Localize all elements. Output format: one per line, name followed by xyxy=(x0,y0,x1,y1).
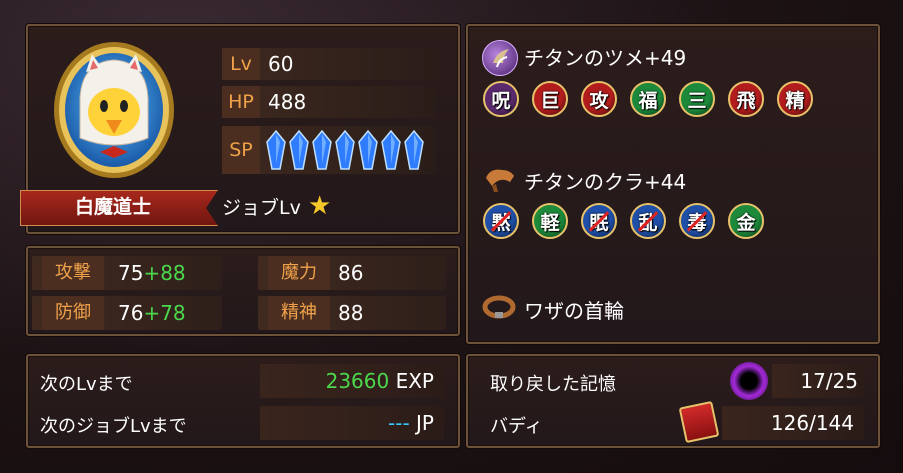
weapon-ability-giant-icon[interactable]: 巨 xyxy=(532,81,568,117)
collar-accessory-icon[interactable] xyxy=(482,293,516,321)
defense-value: 76+78 xyxy=(118,296,186,330)
memory-value: 17/25 xyxy=(800,369,858,393)
hp-label: HP xyxy=(222,86,260,118)
spirit-label: 精神 xyxy=(268,296,330,330)
weapon-ability-fortune-icon[interactable]: 福 xyxy=(630,81,666,117)
armor-ability-poison-icon[interactable]: 毒 xyxy=(679,203,715,239)
memory-box: 17/25 xyxy=(772,364,864,398)
sp-crystal-icon xyxy=(335,129,355,170)
magic-value: 86 xyxy=(338,261,364,285)
defense-base: 76 xyxy=(118,301,144,325)
next-job-level-label: 次のジョブLvまで xyxy=(40,416,187,437)
next-job-level-box: --- JP xyxy=(260,406,444,440)
buddy-book-icon[interactable] xyxy=(678,400,720,444)
sp-crystal-icon xyxy=(266,129,286,170)
magic-label: 魔力 xyxy=(268,256,330,290)
armor-ability-sleep-icon[interactable]: 眠 xyxy=(581,203,617,239)
attack-stat: 攻撃 75+88 xyxy=(32,256,222,290)
accessory-name[interactable]: ワザの首輪 xyxy=(524,295,624,324)
sp-crystal-icon xyxy=(312,129,332,170)
memory-orb-icon[interactable] xyxy=(730,362,768,400)
next-level-label: 次のLvまで xyxy=(40,374,133,395)
chocobo-portrait-icon[interactable] xyxy=(52,40,176,180)
weapon-ability-triple-icon[interactable]: 三 xyxy=(679,81,715,117)
job-level-label: ジョブLv xyxy=(222,197,301,219)
attack-label: 攻撃 xyxy=(42,256,104,290)
defense-label: 防御 xyxy=(42,296,104,330)
sp-crystal-row xyxy=(266,129,436,170)
level-label: Lv xyxy=(222,48,260,80)
armor-ability-confuse-icon[interactable]: 乱 xyxy=(630,203,666,239)
weapon-ability-flight-icon[interactable]: 飛 xyxy=(728,81,764,117)
armor-name[interactable]: チタンのクラ+44 xyxy=(524,166,686,195)
memory-label: 取り戻した記憶 xyxy=(490,374,616,395)
hp-value: 488 xyxy=(268,90,307,114)
job-level-star-icon: ★ xyxy=(308,191,332,221)
defense-stat: 防御 76+78 xyxy=(32,296,222,330)
armor-ability-gold-icon[interactable]: 金 xyxy=(728,203,764,239)
next-level-unit: EXP xyxy=(395,369,434,393)
attack-value: 75+88 xyxy=(118,256,186,290)
level-row: Lv 60 xyxy=(222,48,436,80)
sp-label: SP xyxy=(222,126,260,174)
weapon-name[interactable]: チタンのツメ+49 xyxy=(524,42,686,71)
armor-ability-light-icon[interactable]: 軽 xyxy=(532,203,568,239)
next-level-exp: 23660 xyxy=(325,369,390,393)
job-name: 白魔道士 xyxy=(74,196,151,218)
level-value: 60 xyxy=(268,52,294,76)
sp-crystal-icon xyxy=(289,129,309,170)
sp-crystal-icon xyxy=(358,129,378,170)
sp-crystal-icon xyxy=(381,129,401,170)
claw-weapon-icon[interactable] xyxy=(482,40,518,76)
attack-bonus: +88 xyxy=(143,261,186,285)
next-job-level-unit: JP xyxy=(416,411,434,435)
hp-row: HP 488 xyxy=(222,86,436,118)
weapon-ability-spirit-icon[interactable]: 精 xyxy=(777,81,813,117)
next-level-box: 23660 EXP xyxy=(260,364,444,398)
armor-ability-silence-icon[interactable]: 黙 xyxy=(483,203,519,239)
saddle-armor-icon[interactable] xyxy=(484,164,516,194)
magic-stat: 魔力 86 xyxy=(258,256,446,290)
buddy-value: 126/144 xyxy=(770,411,854,435)
attack-base: 75 xyxy=(118,261,144,285)
spirit-value: 88 xyxy=(338,301,364,325)
sp-crystal-icon xyxy=(404,129,424,170)
weapon-ability-attack-icon[interactable]: 攻 xyxy=(581,81,617,117)
next-job-level-jp: --- xyxy=(388,411,410,435)
buddy-box: 126/144 xyxy=(722,406,864,440)
defense-bonus: +78 xyxy=(143,301,186,325)
spirit-stat: 精神 88 xyxy=(258,296,446,330)
weapon-ability-curse-icon[interactable]: 呪 xyxy=(483,81,519,117)
buddy-label: バディ xyxy=(490,416,543,437)
sp-row: SP xyxy=(222,126,436,174)
